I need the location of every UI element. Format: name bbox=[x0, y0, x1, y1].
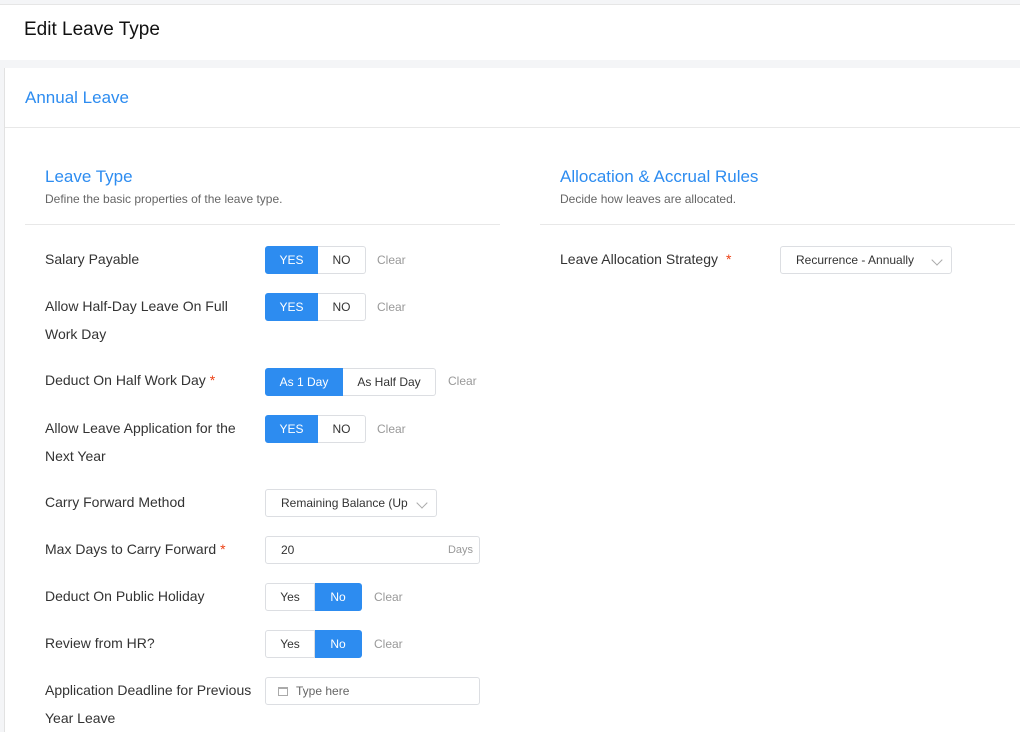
allocation-section-subtitle: Decide how leaves are allocated. bbox=[560, 192, 737, 206]
deduct-half-day-clear-link[interactable]: Clear bbox=[448, 367, 477, 395]
next-year-label: Allow Leave Application for the Next Yea… bbox=[45, 420, 236, 464]
allocation-strategy-label: Leave Allocation Strategy * bbox=[560, 251, 732, 267]
salary-payable-label: Salary Payable bbox=[45, 251, 140, 267]
next-year-no-button[interactable]: NO bbox=[318, 415, 366, 443]
chevron-down-icon bbox=[416, 497, 428, 509]
deduct-half-day-label: Deduct On Half Work Day * bbox=[45, 372, 216, 388]
carry-forward-method-select[interactable]: Remaining Balance (Up bbox=[265, 489, 437, 517]
allocation-strategy-value: Recurrence - Annually bbox=[796, 253, 915, 267]
leave-type-section-subtitle: Define the basic properties of the leave… bbox=[45, 192, 283, 206]
salary-yes-button[interactable]: YES bbox=[265, 246, 318, 274]
half-day-yes-button[interactable]: YES bbox=[265, 293, 318, 321]
allocation-section-title: Allocation & Accrual Rules bbox=[560, 167, 759, 186]
page-title: Edit Leave Type bbox=[24, 19, 160, 40]
deadline-date-input[interactable]: Type here bbox=[265, 677, 480, 705]
half-day-clear-link[interactable]: Clear bbox=[377, 293, 406, 321]
salary-payable-toggle: YES NO bbox=[265, 246, 366, 274]
calendar-icon bbox=[278, 687, 288, 696]
public-holiday-label: Deduct On Public Holiday bbox=[45, 588, 205, 604]
chevron-down-icon bbox=[931, 254, 943, 266]
public-holiday-no-button[interactable]: No bbox=[315, 583, 362, 611]
half-day-no-button[interactable]: NO bbox=[318, 293, 366, 321]
max-days-label: Max Days to Carry Forward * bbox=[45, 541, 226, 557]
max-days-value: 20 bbox=[281, 543, 295, 557]
next-year-toggle: YES NO bbox=[265, 415, 366, 443]
review-hr-yes-button[interactable]: Yes bbox=[265, 630, 315, 658]
public-holiday-yes-button[interactable]: Yes bbox=[265, 583, 315, 611]
carry-forward-method-value: Remaining Balance (Up bbox=[281, 496, 408, 510]
leave-type-section-title: Leave Type bbox=[45, 167, 133, 186]
next-year-clear-link[interactable]: Clear bbox=[377, 415, 406, 443]
card-divider bbox=[5, 127, 1020, 128]
review-hr-clear-link[interactable]: Clear bbox=[374, 630, 403, 658]
as-half-day-button[interactable]: As Half Day bbox=[343, 368, 436, 396]
carry-forward-method-label: Carry Forward Method bbox=[45, 494, 186, 510]
right-section-divider bbox=[540, 224, 1015, 225]
max-days-suffix: Days bbox=[447, 544, 473, 556]
deadline-placeholder: Type here bbox=[296, 684, 350, 698]
deduct-half-day-toggle: As 1 Day As Half Day bbox=[265, 368, 436, 396]
public-holiday-toggle: Yes No bbox=[265, 583, 362, 611]
card-title: Annual Leave bbox=[25, 88, 129, 107]
review-hr-label: Review from HR? bbox=[45, 635, 155, 651]
deadline-label: Application Deadline for Previous Year L… bbox=[45, 682, 252, 726]
half-day-label: Allow Half-Day Leave On Full Work Day bbox=[45, 298, 228, 342]
leave-type-card: Annual Leave Leave Type Define the basic… bbox=[4, 68, 1020, 732]
salary-clear-link[interactable]: Clear bbox=[377, 246, 406, 274]
allocation-strategy-select[interactable]: Recurrence - Annually bbox=[780, 246, 952, 274]
review-hr-no-button[interactable]: No bbox=[315, 630, 362, 658]
next-year-yes-button[interactable]: YES bbox=[265, 415, 318, 443]
max-days-input[interactable]: 20 Days bbox=[265, 536, 480, 564]
half-day-toggle: YES NO bbox=[265, 293, 366, 321]
left-section-divider bbox=[25, 224, 500, 225]
review-hr-toggle: Yes No bbox=[265, 630, 362, 658]
public-holiday-clear-link[interactable]: Clear bbox=[374, 583, 403, 611]
as-one-day-button[interactable]: As 1 Day bbox=[265, 368, 343, 396]
page-header: Edit Leave Type bbox=[0, 4, 1020, 60]
salary-no-button[interactable]: NO bbox=[318, 246, 366, 274]
